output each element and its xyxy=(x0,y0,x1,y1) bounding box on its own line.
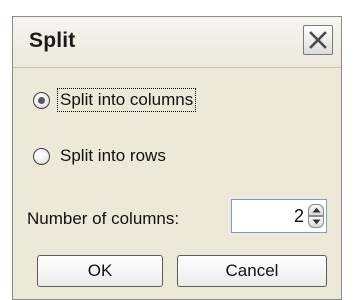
number-of-columns-spinner[interactable]: 2 xyxy=(231,199,327,233)
cancel-button[interactable]: Cancel xyxy=(177,255,327,287)
close-button[interactable] xyxy=(303,25,333,55)
number-of-columns-value[interactable]: 2 xyxy=(294,206,304,227)
arrow-up-icon xyxy=(312,207,321,213)
split-rows-radio[interactable] xyxy=(33,147,50,165)
split-rows-label[interactable]: Split into rows xyxy=(58,145,168,167)
spin-down-button[interactable] xyxy=(308,216,324,228)
spin-up-button[interactable] xyxy=(308,204,324,216)
split-dialog: Split Split into columns Split into rows… xyxy=(12,16,342,300)
arrow-down-icon xyxy=(312,219,321,225)
close-icon xyxy=(309,31,327,49)
number-of-columns-label: Number of columns: xyxy=(27,209,180,228)
split-columns-radio[interactable] xyxy=(33,91,50,109)
dialog-title: Split xyxy=(29,29,76,52)
spinner-arrows xyxy=(308,204,324,228)
split-columns-label[interactable]: Split into columns xyxy=(56,88,197,112)
split-rows-option[interactable]: Split into rows xyxy=(33,143,168,169)
ok-button[interactable]: OK xyxy=(37,255,163,287)
split-columns-option[interactable]: Split into columns xyxy=(33,87,197,113)
title-bar: Split xyxy=(13,17,341,68)
